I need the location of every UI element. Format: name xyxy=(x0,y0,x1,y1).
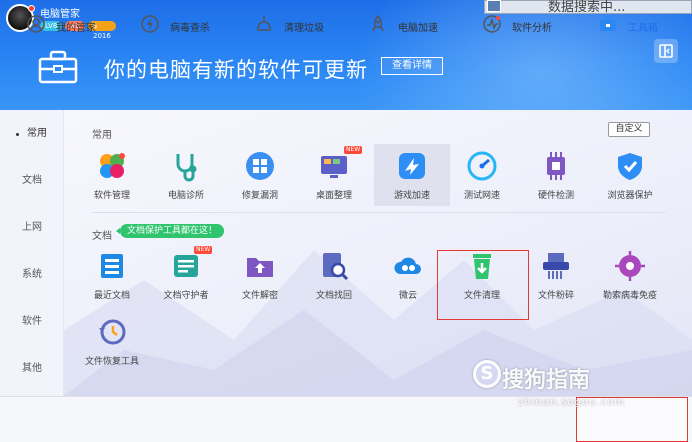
tool-label: 游戏加速 xyxy=(393,191,430,201)
doc-tip-bubble: 文档保护工具都在这！ xyxy=(115,224,225,238)
bottom-nav-label: 工具箱 xyxy=(628,23,658,34)
sidebar-item-common[interactable]: 常用 xyxy=(0,124,64,144)
tool-label: 软件管理 xyxy=(93,191,130,201)
bottom-nav-label: 电脑加速 xyxy=(398,23,438,34)
stethoscope-icon xyxy=(176,154,197,182)
bottom-nav-label: 清理垃圾 xyxy=(284,23,324,34)
toolbox-icon xyxy=(38,50,78,84)
tool-pc-clinic[interactable]: 电脑诊所 xyxy=(148,144,224,206)
shredder-icon xyxy=(543,253,569,279)
tool-weiyun[interactable]: 微云 xyxy=(370,244,446,306)
sogou-logo-icon: S xyxy=(473,360,501,388)
tool-file-restore[interactable]: 文件恢复工具 xyxy=(74,310,150,372)
bottom-nav-speed-up[interactable]: 电脑加速 xyxy=(366,0,466,46)
bottom-nav-label: 病毒查杀 xyxy=(170,23,210,34)
tool-desktop-organize[interactable]: NEW 桌面整理 xyxy=(296,144,372,206)
bottom-nav-toolbox[interactable]: 工具箱 xyxy=(596,0,686,46)
sidebar-item-internet[interactable]: 上网 xyxy=(0,218,64,238)
speedometer-icon xyxy=(467,151,497,181)
software-manager-icon xyxy=(100,153,125,178)
section-title-docs: 文档 xyxy=(92,231,112,242)
doc-guard-icon xyxy=(174,255,198,277)
tool-label: 勒索病毒免疫 xyxy=(602,291,657,301)
tool-label: 硬件检测 xyxy=(537,191,574,201)
tool-label: 测试网速 xyxy=(463,191,500,201)
tool-doc-guardian[interactable]: NEW 文档守护者 xyxy=(148,244,224,306)
chip-icon xyxy=(547,152,565,180)
folder-unlock-icon xyxy=(247,258,273,277)
bottom-nav-label: 我的管家 xyxy=(56,23,96,34)
file-restore-icon xyxy=(99,319,126,345)
tool-label: 微云 xyxy=(398,291,417,301)
tool-ransomware-immune[interactable]: 勒索病毒免疫 xyxy=(592,244,668,306)
tool-doc-recover[interactable]: 文档找回 xyxy=(296,244,372,306)
toolbox-icon xyxy=(600,16,616,31)
doc-search-icon xyxy=(323,253,349,281)
tool-label: 文档找回 xyxy=(315,291,352,301)
tool-label: 最近文档 xyxy=(93,291,130,301)
bottom-nav-clean-junk[interactable]: 清理垃圾 xyxy=(252,0,352,46)
customize-button[interactable]: 自定义 xyxy=(608,122,650,137)
virus-scan-icon xyxy=(141,15,159,33)
update-message: 你的电脑有新的软件可更新 xyxy=(104,58,368,82)
bottom-nav-my-butler[interactable]: 我的管家 xyxy=(24,0,124,46)
section-title-common: 常用 xyxy=(92,130,112,141)
sidebar-item-system[interactable]: 系统 xyxy=(0,265,64,285)
sidebar-item-label: 常用 xyxy=(27,128,47,139)
section-divider xyxy=(92,212,666,213)
game-boost-icon xyxy=(399,153,425,179)
tool-label: 桌面整理 xyxy=(315,191,352,201)
analysis-icon xyxy=(483,15,501,33)
browser-shield-icon xyxy=(618,153,642,180)
watermark-text: 搜狗指南 xyxy=(502,368,591,393)
tool-file-decrypt[interactable]: 文件解密 xyxy=(222,244,298,306)
tool-fix-vulnerabilities[interactable]: 修复漏洞 xyxy=(222,144,298,206)
sidebar-item-software[interactable]: 软件 xyxy=(0,312,64,332)
tool-label: 电脑诊所 xyxy=(167,191,204,201)
tool-software-manager[interactable]: 软件管理 xyxy=(74,144,150,206)
desktop-icon xyxy=(321,156,347,178)
tool-speed-test[interactable]: 测试网速 xyxy=(444,144,520,206)
tool-game-boost[interactable]: 游戏加速 xyxy=(374,144,450,206)
tool-label: 文件解密 xyxy=(241,291,278,301)
tool-recent-docs[interactable]: 最近文档 xyxy=(74,244,150,306)
tool-label: 文件粉碎 xyxy=(537,291,574,301)
cloud-icon xyxy=(394,257,421,274)
sidebar-item-other[interactable]: 其他 xyxy=(0,359,64,379)
view-details-button[interactable]: 查看详情 xyxy=(381,57,443,75)
tool-file-shredder[interactable]: 文件粉碎 xyxy=(518,244,594,306)
sidebar: 常用 文档 上网 系统 软件 其他 xyxy=(0,110,64,396)
broom-icon xyxy=(257,16,271,31)
recent-docs-icon xyxy=(101,254,123,278)
highlight-frame xyxy=(437,250,529,320)
bottom-nav-label: 软件分析 xyxy=(512,23,552,34)
windows-shield-icon xyxy=(246,152,274,180)
new-tag: NEW xyxy=(194,246,213,254)
butler-icon xyxy=(27,15,45,33)
tool-label: 文档守护者 xyxy=(163,291,209,301)
tool-label: 修复漏洞 xyxy=(241,191,278,201)
tool-hardware-check[interactable]: 硬件检测 xyxy=(518,144,594,206)
sidebar-item-docs[interactable]: 文档 xyxy=(0,171,64,191)
tool-label: 浏览器保护 xyxy=(607,191,653,201)
rocket-icon xyxy=(372,14,384,32)
bottom-nav-virus-scan[interactable]: 病毒查杀 xyxy=(138,0,238,46)
active-dot xyxy=(16,133,19,136)
new-tag: NEW xyxy=(344,146,363,154)
virus-immune-icon xyxy=(615,251,645,281)
bottom-nav-software-analysis[interactable]: 软件分析 xyxy=(480,0,580,46)
watermark-url: zhinan.sogou.com xyxy=(518,397,626,408)
tool-panel: 常用 自定义 软件管理 电脑诊所 修复漏洞 NEW 桌面整理 游戏加速 测试网速… xyxy=(64,110,692,396)
tool-label: 文件恢复工具 xyxy=(84,357,139,367)
tool-browser-protect[interactable]: 浏览器保护 xyxy=(592,144,668,206)
